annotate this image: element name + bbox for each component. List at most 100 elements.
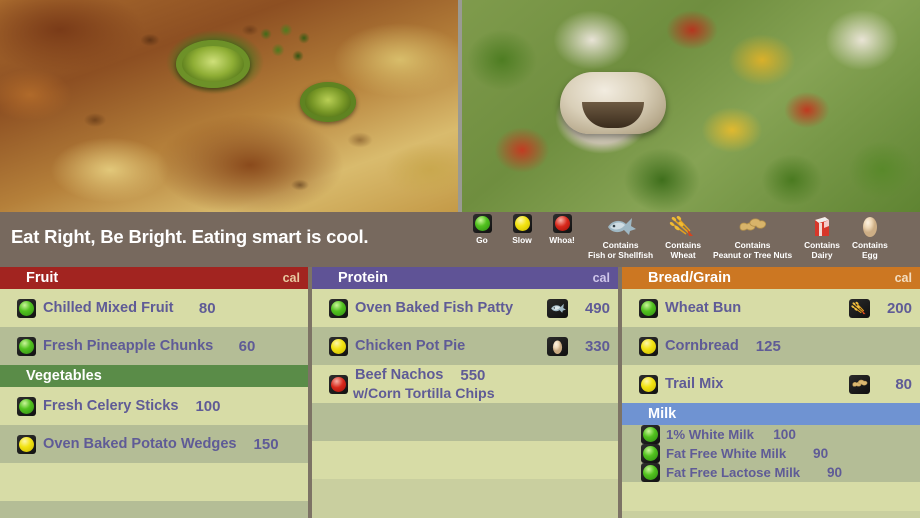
mushroom-icon: [560, 72, 666, 134]
menu-item-calories: 80: [198, 299, 216, 317]
bread-items: Wheat Bun 200 Cornbread 125 Trail Mix 80: [622, 289, 920, 403]
menu-item-calories: 550: [460, 366, 486, 384]
menu-item-name: Trail Mix: [665, 376, 724, 392]
protein-items: Oven Baked Fish Patty 490 Chicken Pot Pi…: [312, 289, 618, 479]
menu-item-row[interactable]: Chicken Pot Pie 330: [312, 327, 618, 365]
menu-item-calories: 100: [195, 397, 221, 415]
menu-item-calories: 80: [895, 375, 912, 393]
category-header-vegetables: Vegetables: [0, 365, 308, 387]
legend-label: Whoa!: [549, 235, 575, 245]
menu-item-row[interactable]: Fat Free White Milk 90: [622, 444, 920, 463]
menu-item-name: Chilled Mixed Fruit: [43, 300, 174, 316]
egg-icon: [547, 336, 568, 356]
legend-label: Go: [476, 235, 488, 245]
category-title: Protein: [338, 270, 388, 286]
menu-board: Eat Right, Be Bright. Eating smart is co…: [0, 0, 920, 518]
menu-item-name: Wheat Bun: [665, 300, 742, 316]
wheat-icon: [849, 298, 870, 318]
menu-item-calories: 90: [813, 446, 829, 461]
menu-item-name: Fat Free Lactose Milk: [666, 465, 801, 480]
calorie-column-header: cal: [894, 271, 912, 285]
go-light-icon: [329, 298, 350, 318]
fish-icon: [547, 298, 568, 318]
menu-item-calories: 490: [584, 299, 610, 317]
go-light-icon: [639, 298, 660, 318]
go-light-icon: [641, 425, 662, 444]
menu-item-name: Chicken Pot Pie: [355, 338, 466, 354]
menu-item-name: Fresh Pineapple Chunks: [43, 338, 214, 354]
allergen-badge: [849, 374, 870, 394]
legend-label: Contains Dairy: [804, 240, 840, 260]
allergen-badge: [547, 336, 568, 356]
calorie-column-header: cal: [282, 271, 300, 285]
go-light-icon: [17, 336, 38, 356]
menu-item-row[interactable]: Wheat Bun 200: [622, 289, 920, 327]
egg-icon: [853, 214, 887, 238]
legend-item-slow: Slow: [502, 214, 542, 245]
menu-item-name-line2: w/Corn Tortilla Chips: [353, 386, 495, 402]
menu-item-row[interactable]: 1% White Milk 100: [622, 425, 920, 444]
fruit-items: Chilled Mixed Fruit 80 Fresh Pineapple C…: [0, 289, 308, 365]
legend-item-egg: Contains Egg: [846, 214, 894, 260]
whoa-light-icon: [552, 214, 572, 233]
category-header-protein: Protein cal: [312, 267, 618, 289]
menu-item-row[interactable]: Oven Baked Fish Patty 490: [312, 289, 618, 327]
filler-row: [312, 403, 618, 441]
menu-item-row[interactable]: Chilled Mixed Fruit 80: [0, 289, 308, 327]
vegetable-items: Fresh Celery Sticks 100 Oven Baked Potat…: [0, 387, 308, 518]
column-fruit-vegetables: Fruit cal Chilled Mixed Fruit 80 Fresh P…: [0, 267, 308, 518]
column-bread-milk: Bread/Grain cal Wheat Bun 200 Cornbread …: [622, 267, 920, 518]
go-light-icon: [641, 444, 662, 463]
slow-light-icon: [329, 336, 350, 356]
legend-item-peanut: Contains Peanut or Tree Nuts: [707, 214, 798, 260]
slow-light-icon: [17, 434, 38, 454]
menu-item-calories: 150: [253, 435, 279, 453]
filler-row: [0, 501, 308, 518]
menu-item-name: Oven Baked Fish Patty: [355, 300, 514, 316]
go-light-icon: [17, 298, 38, 318]
menu-grid: Fruit cal Chilled Mixed Fruit 80 Fresh P…: [0, 267, 920, 518]
menu-item-row[interactable]: Fresh Pineapple Chunks 60: [0, 327, 308, 365]
allergen-badge: [849, 298, 870, 318]
go-light-icon: [641, 463, 662, 482]
menu-item-row[interactable]: Oven Baked Potato Wedges 150: [0, 425, 308, 463]
filler-row: [0, 463, 308, 501]
menu-item-calories: 330: [584, 337, 610, 355]
calorie-column-header: cal: [592, 271, 610, 285]
category-header-fruit: Fruit cal: [0, 267, 308, 289]
menu-item-row[interactable]: Beef Nachos 550 w/Corn Tortilla Chips: [312, 365, 618, 403]
category-header-milk: Milk: [622, 403, 920, 425]
legend-label: Contains Peanut or Tree Nuts: [712, 240, 793, 260]
slow-light-icon: [512, 214, 532, 233]
menu-item-name: Fat Free White Milk: [666, 446, 787, 461]
milk-items: 1% White Milk 100 Fat Free White Milk 90…: [622, 425, 920, 511]
menu-item-calories: 125: [755, 337, 781, 355]
legend-label: Contains Egg: [851, 240, 888, 260]
legend: Go Slow Whoa! Contains Fish or Shellfish…: [462, 214, 894, 267]
menu-item-name: Oven Baked Potato Wedges: [43, 436, 237, 452]
jalapeno-slice-icon: [300, 82, 356, 122]
column-protein: Protein cal Oven Baked Fish Patty 490 Ch…: [312, 267, 618, 518]
peanut-icon: [736, 214, 770, 238]
category-header-bread: Bread/Grain cal: [622, 267, 920, 289]
dairy-icon: [805, 214, 839, 238]
menu-item-calories: 100: [773, 427, 796, 442]
category-title: Vegetables: [26, 368, 102, 384]
menu-item-name: Fresh Celery Sticks: [43, 398, 179, 414]
parsley-garnish-icon: [252, 22, 324, 70]
legend-item-whoa: Whoa!: [542, 214, 582, 245]
menu-item-calories: 60: [238, 337, 256, 355]
nachos-photo: [0, 0, 458, 212]
vegetables-photo: [462, 0, 920, 212]
menu-item-row[interactable]: Fat Free Lactose Milk 90: [622, 463, 920, 482]
photo-strip: [0, 0, 920, 212]
menu-item-name: Cornbread: [665, 338, 739, 354]
menu-item-calories: 90: [827, 465, 843, 480]
menu-item-row[interactable]: Cornbread 125: [622, 327, 920, 365]
menu-item-row[interactable]: Trail Mix 80: [622, 365, 920, 403]
legend-item-fish: Contains Fish or Shellfish: [582, 214, 659, 260]
slow-light-icon: [639, 336, 660, 356]
go-light-icon: [472, 214, 492, 233]
menu-item-row[interactable]: Fresh Celery Sticks 100: [0, 387, 308, 425]
legend-label: Contains Wheat: [665, 240, 701, 260]
